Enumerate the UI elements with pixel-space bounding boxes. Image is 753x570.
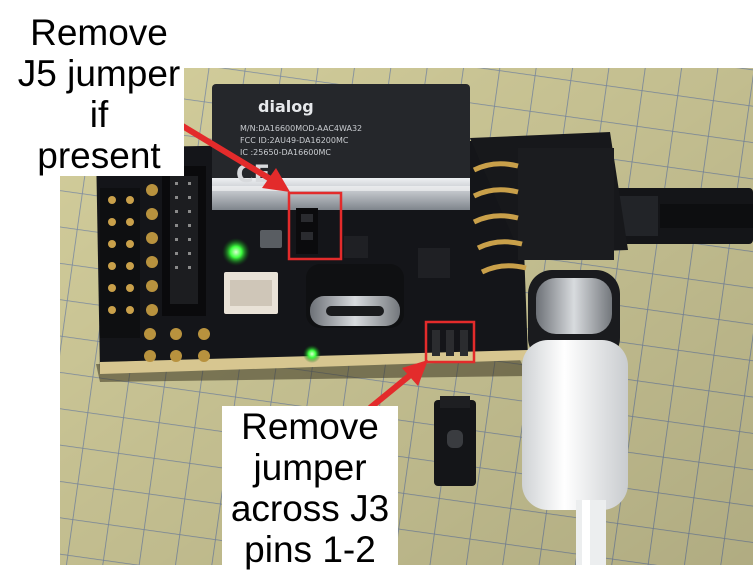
module-marking-1: M/N:DA16600MOD-AAC4WA32 [240, 124, 362, 133]
module-marking-3: IC :25650-DA16600MC [240, 148, 331, 157]
module-brand: dialog [258, 97, 314, 116]
board-usb-c-port [306, 264, 404, 328]
ic-chip-2 [344, 236, 368, 258]
callout-remove-j3: Remove jumper across J3 pins 1-2 [222, 406, 398, 570]
dialog-module [212, 84, 470, 210]
loose-jumper [434, 396, 476, 486]
j3-pins [432, 330, 468, 356]
ic-chip-1 [418, 248, 450, 278]
module-marking-2: FCC ID:2AU49-DA16200MC [240, 136, 349, 145]
j5-jumper [296, 208, 318, 254]
jst-connector [224, 272, 278, 314]
status-led-upper [222, 238, 250, 266]
right-angle-header [518, 148, 614, 260]
dual-row-header [162, 166, 206, 316]
reset-button [260, 230, 282, 248]
left-pin-header [100, 188, 140, 338]
callout-remove-j5: Remove J5 jumper if present [14, 12, 184, 176]
status-led-lower [303, 345, 321, 363]
